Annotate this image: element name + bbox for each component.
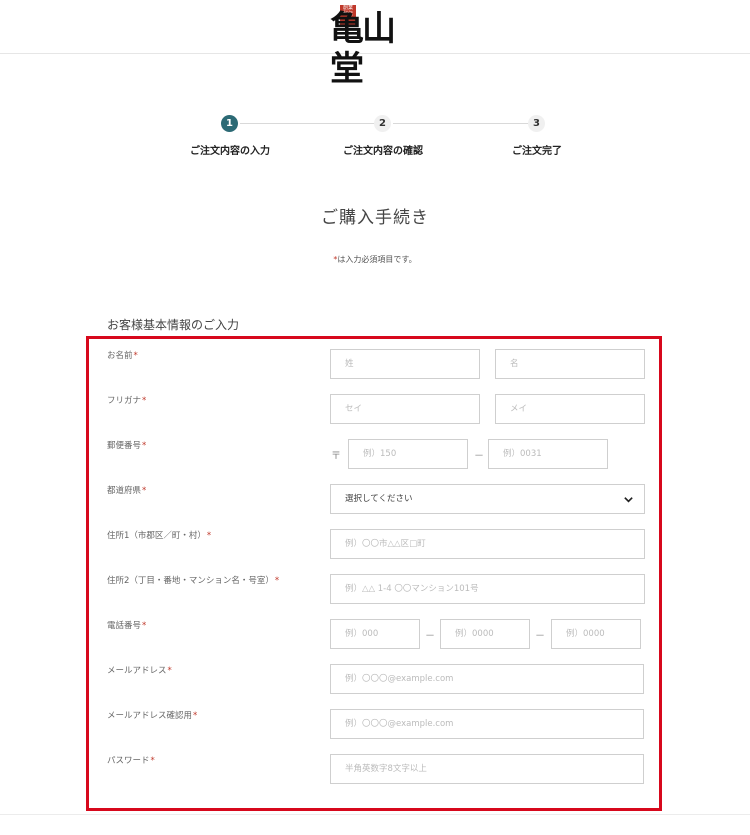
address1-input[interactable] <box>330 529 645 559</box>
section-title: お客様基本情報のご入力 <box>107 318 240 332</box>
email-confirm-input[interactable] <box>330 709 644 739</box>
site-logo[interactable]: 創業 秘伝 亀山堂 <box>328 5 424 89</box>
step-connector <box>393 123 528 124</box>
step-2-indicator: 2 <box>374 115 391 132</box>
prefecture-selected-value: 選択してください <box>345 494 413 504</box>
logo-wordmark: 亀山堂 <box>330 9 396 89</box>
step-connector <box>240 123 375 124</box>
phone-label: 電話番号* <box>107 621 147 631</box>
postal-code-first-input[interactable] <box>348 439 468 469</box>
first-name-input[interactable] <box>495 349 645 379</box>
prefecture-label: 都道府県* <box>107 486 147 496</box>
prefecture-select[interactable]: 選択してください <box>330 484 645 514</box>
footer-divider <box>0 814 750 815</box>
email-confirm-label: メールアドレス確認用* <box>107 711 198 721</box>
email-label: メールアドレス* <box>107 666 172 676</box>
password-input[interactable] <box>330 754 644 784</box>
page-title: ご購入手続き <box>321 208 429 228</box>
kana-label: フリガナ* <box>107 396 147 406</box>
first-name-kana-input[interactable] <box>495 394 645 424</box>
postal-mark-icon: 〒 <box>331 451 341 462</box>
checkout-steps: 1 2 3 ご注文内容の入力 ご注文内容の確認 ご注文完了 <box>0 115 750 165</box>
step-2-label: ご注文内容の確認 <box>343 146 423 157</box>
email-input[interactable] <box>330 664 644 694</box>
phone-dash: － <box>535 631 545 642</box>
name-label: お名前* <box>107 351 138 361</box>
postal-dash: － <box>474 451 484 462</box>
step-3-label: ご注文完了 <box>512 146 562 157</box>
address2-input[interactable] <box>330 574 645 604</box>
last-name-kana-input[interactable] <box>330 394 480 424</box>
postal-label: 郵便番号* <box>107 441 147 451</box>
last-name-input[interactable] <box>330 349 480 379</box>
address1-label: 住所1（市郡区／町・村）* <box>107 531 212 541</box>
step-3-indicator: 3 <box>528 115 545 132</box>
step-1-label: ご注文内容の入力 <box>190 146 270 157</box>
phone-first-input[interactable] <box>330 619 420 649</box>
phone-dash: － <box>425 631 435 642</box>
chevron-down-icon <box>624 497 633 503</box>
phone-third-input[interactable] <box>551 619 641 649</box>
step-1-indicator: 1 <box>221 115 238 132</box>
postal-code-second-input[interactable] <box>488 439 608 469</box>
phone-second-input[interactable] <box>440 619 530 649</box>
password-label: パスワード* <box>107 756 155 766</box>
required-note: *は入力必須項目です。 <box>333 255 417 264</box>
site-header: 創業 秘伝 亀山堂 <box>0 0 750 89</box>
address2-label: 住所2（丁目・番地・マンション名・号室）* <box>107 576 280 586</box>
